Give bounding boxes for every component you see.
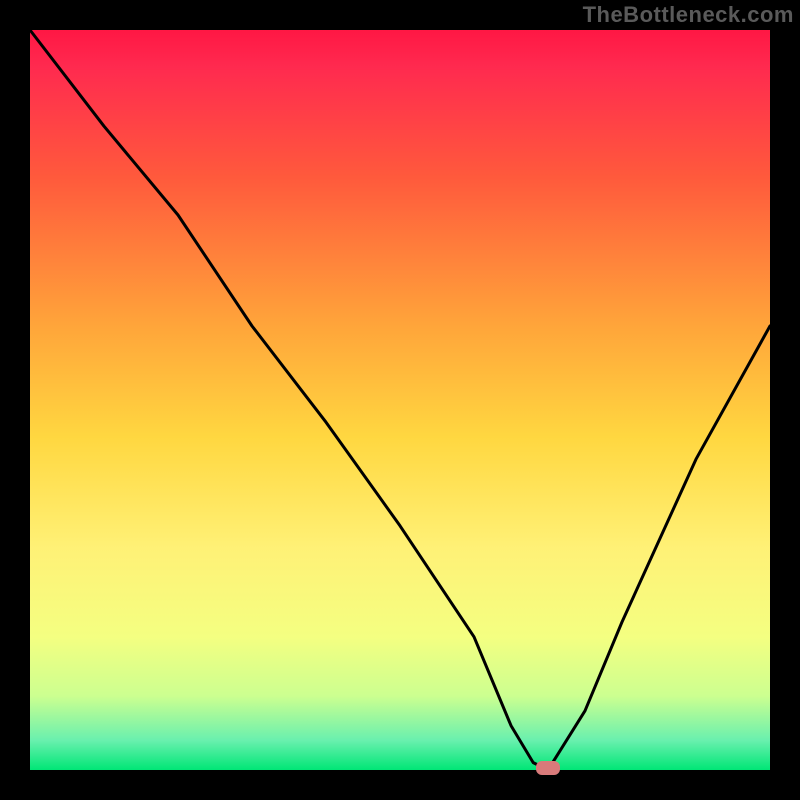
bottleneck-plot bbox=[0, 0, 800, 800]
gradient-background bbox=[30, 30, 770, 770]
chart-frame: TheBottleneck.com bbox=[0, 0, 800, 800]
optimal-marker bbox=[536, 761, 560, 775]
